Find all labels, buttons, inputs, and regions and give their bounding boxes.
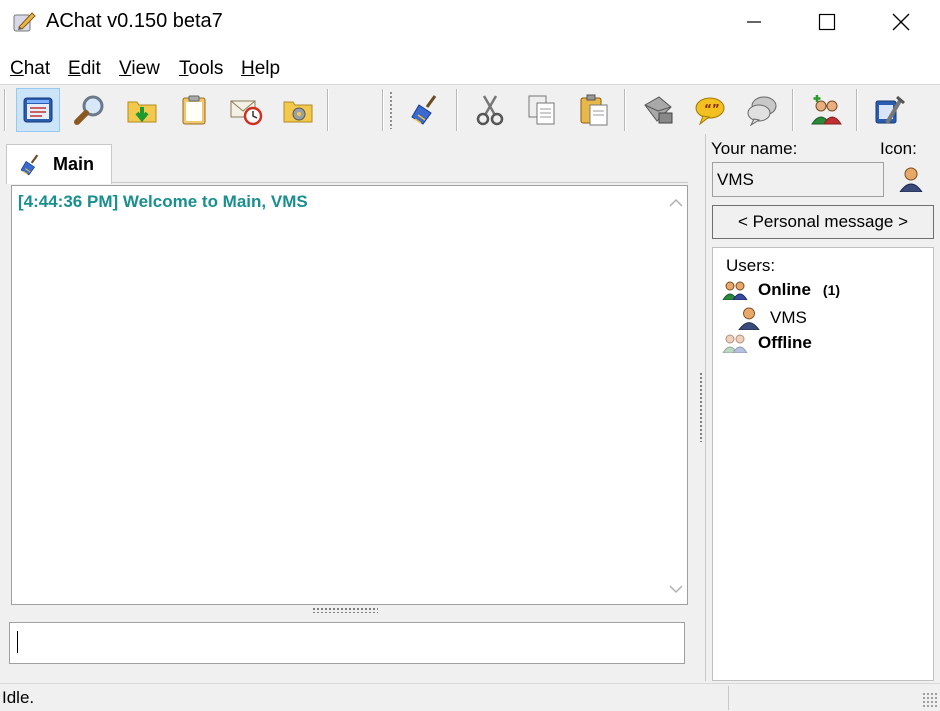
chat-bubble-gray-button[interactable]	[740, 88, 784, 132]
user-name: VMS	[770, 308, 807, 327]
clear-button[interactable]	[404, 88, 448, 132]
your-name-label: Your name:	[711, 139, 798, 158]
close-button[interactable]	[864, 0, 938, 44]
icon-label: Icon:	[880, 139, 917, 158]
status-text: Idle.	[2, 688, 35, 707]
user-item[interactable]: VMS	[738, 306, 807, 330]
minimize-button[interactable]	[717, 0, 791, 44]
tab-main[interactable]: Main	[6, 144, 112, 184]
your-name-field[interactable]: VMS	[712, 162, 884, 197]
search-button[interactable]	[68, 88, 112, 132]
maximize-icon	[818, 13, 836, 31]
scroll-up-icon[interactable]	[668, 196, 684, 210]
menu-bar-items: Chat Edit View Tools Help	[0, 54, 940, 82]
menu-view[interactable]: View	[119, 58, 160, 80]
window-icon	[23, 97, 53, 123]
mail-clock-button[interactable]	[224, 88, 268, 132]
scroll-down-icon[interactable]	[668, 582, 684, 596]
broom-icon	[20, 153, 39, 175]
toolbar-grip[interactable]	[389, 91, 393, 129]
mail-send-button[interactable]	[636, 88, 680, 132]
toolbar-separator	[382, 89, 384, 131]
group-offline[interactable]: Offline	[722, 333, 812, 353]
chat-log[interactable]: [4:44:36 PM] Welcome to Main, VMS	[11, 185, 688, 605]
group-offline-label: Offline	[758, 333, 812, 352]
users-list[interactable]: Users: Online (1) VMS Offline	[712, 247, 934, 681]
clipboard-button[interactable]	[172, 88, 216, 132]
add-user-button[interactable]	[804, 88, 848, 132]
window-title: AChat v0.150 beta7	[46, 10, 223, 32]
toolbar-separator	[4, 89, 6, 131]
folder-settings-icon	[283, 101, 313, 123]
toolbar-separator	[792, 89, 794, 131]
text-caret	[17, 631, 18, 653]
mail-send-icon	[644, 96, 673, 124]
menu-chat[interactable]: Chat	[10, 58, 50, 80]
folder-settings-button[interactable]	[276, 88, 320, 132]
clipboard-icon	[182, 95, 206, 125]
folder-download-icon	[127, 101, 157, 123]
toolbar-separator	[624, 89, 626, 131]
chat-bubble-gray-icon	[747, 96, 777, 127]
svg-text:“”: “”	[704, 102, 720, 116]
add-user-icon	[811, 95, 842, 125]
search-icon	[74, 95, 104, 125]
group-online-label: Online	[758, 280, 811, 299]
status-separator	[728, 686, 729, 710]
cut-icon	[476, 95, 504, 126]
users-header: Users:	[726, 256, 776, 275]
toolbar-separator	[327, 89, 329, 131]
chat-bubble-button[interactable]: “”	[688, 88, 732, 132]
users-offline-icon	[722, 334, 748, 353]
toolbar-separator	[856, 89, 858, 131]
resize-grip-icon[interactable]	[922, 692, 938, 708]
horizontal-splitter[interactable]	[312, 607, 378, 613]
group-online[interactable]: Online (1)	[722, 280, 840, 300]
window-button[interactable]	[16, 88, 60, 132]
pane-divider	[705, 134, 706, 681]
menu-tools[interactable]: Tools	[179, 58, 223, 80]
toolbar-separator	[456, 89, 458, 131]
app-pencil-icon	[13, 12, 36, 32]
users-group-icon	[722, 281, 748, 300]
toolbar: “”	[0, 84, 940, 134]
folder-download-button[interactable]	[120, 88, 164, 132]
menu-help[interactable]: Help	[241, 58, 280, 80]
cut-button[interactable]	[468, 88, 512, 132]
tab-divider	[112, 182, 688, 183]
mail-clock-icon	[230, 100, 263, 126]
minimize-icon	[747, 21, 761, 23]
vertical-splitter[interactable]	[699, 372, 704, 442]
copy-icon	[528, 95, 555, 125]
tab-main-label: Main	[53, 154, 95, 174]
tools-button[interactable]	[868, 88, 912, 132]
group-online-count: (1)	[822, 282, 841, 298]
user-icon	[738, 307, 760, 330]
status-bar: Idle.	[0, 683, 940, 711]
chat-message: [4:44:36 PM] Welcome to Main, VMS	[18, 192, 308, 211]
menu-edit[interactable]: Edit	[68, 58, 101, 80]
message-input[interactable]	[9, 622, 685, 664]
user-avatar-icon[interactable]	[899, 166, 923, 192]
paste-button[interactable]	[572, 88, 616, 132]
copy-button[interactable]	[520, 88, 564, 132]
paste-icon	[580, 94, 608, 126]
broom-icon	[411, 95, 437, 125]
title-bar: AChat v0.150 beta7	[0, 0, 940, 44]
personal-message-button[interactable]: < Personal message >	[712, 205, 934, 239]
tools-icon	[875, 95, 905, 125]
chat-bubble-icon: “”	[695, 97, 725, 126]
maximize-button[interactable]	[790, 0, 864, 44]
close-icon	[892, 13, 910, 31]
